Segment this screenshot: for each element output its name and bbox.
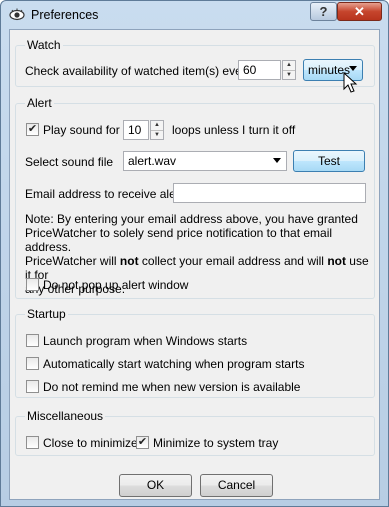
watch-group-label: Watch	[25, 38, 63, 52]
misc-group-label: Miscellaneous	[25, 409, 106, 423]
no-remind-checkbox[interactable]	[26, 380, 39, 393]
loops-label: loops unless I turn it off	[172, 123, 296, 137]
sound-file-value: alert.wav	[128, 154, 177, 168]
note-line: Note: By entering your email address abo…	[25, 212, 358, 226]
check-interval-label: Check availability of watched item(s) ev…	[25, 64, 252, 78]
window-title: Preferences	[31, 8, 99, 22]
launch-on-startup-checkbox[interactable]	[26, 334, 39, 347]
play-sound-checkbox[interactable]: ✔	[26, 123, 39, 136]
no-remind-label: Do not remind me when new version is ava…	[43, 380, 301, 394]
chevron-down-icon	[349, 66, 357, 71]
auto-watch-label: Automatically start watching when progra…	[43, 357, 305, 371]
preferences-window: Preferences ? ✕ Watch Check availability…	[0, 0, 389, 507]
chevron-down-icon	[273, 158, 281, 163]
mouse-cursor-icon	[343, 72, 358, 93]
eye-icon	[9, 8, 25, 21]
note-line: PriceWatcher to solely send price notifi…	[25, 226, 333, 254]
spin-up-icon[interactable]: ▲	[151, 121, 163, 130]
close-button[interactable]: ✕	[337, 2, 382, 21]
cancel-button[interactable]: Cancel	[200, 474, 273, 497]
alert-group-label: Alert	[25, 96, 54, 110]
spin-down-icon[interactable]: ▼	[151, 130, 163, 139]
title-bar[interactable]: Preferences ? ✕	[1, 1, 388, 29]
close-to-minimize-label: Close to minimize	[43, 436, 138, 450]
dialog-body: Watch Check availability of watched item…	[9, 29, 380, 500]
test-button[interactable]: Test	[293, 150, 365, 172]
interval-spinner[interactable]: ▲ ▼	[282, 60, 296, 80]
no-popup-checkbox[interactable]	[26, 278, 39, 291]
minimize-to-tray-checkbox[interactable]: ✔	[136, 436, 149, 449]
interval-input[interactable]: 60	[238, 60, 281, 80]
launch-on-startup-label: Launch program when Windows starts	[43, 334, 248, 348]
misc-group: Miscellaneous Close to minimize ✔ Minimi…	[15, 409, 375, 456]
alert-group: Alert ✔ Play sound for 10 ▲ ▼ loops unles…	[15, 96, 375, 299]
watch-group: Watch Check availability of watched item…	[15, 38, 375, 93]
ok-button[interactable]: OK	[119, 474, 192, 497]
auto-watch-checkbox[interactable]	[26, 357, 39, 370]
spin-down-icon[interactable]: ▼	[283, 70, 295, 79]
minimize-to-tray-label: Minimize to system tray	[153, 436, 279, 450]
no-popup-label: Do not pop up alert window	[43, 278, 189, 292]
help-button[interactable]: ?	[310, 2, 337, 21]
email-input[interactable]	[173, 183, 366, 203]
email-label: Email address to receive alert	[25, 187, 184, 201]
close-to-minimize-checkbox[interactable]	[26, 436, 39, 449]
sound-file-select[interactable]: alert.wav	[123, 151, 287, 171]
loops-spinner[interactable]: ▲ ▼	[150, 120, 164, 140]
loops-input[interactable]: 10	[123, 120, 149, 140]
startup-group: Startup Launch program when Windows star…	[15, 307, 375, 398]
sound-file-label: Select sound file	[25, 155, 114, 169]
startup-group-label: Startup	[25, 307, 68, 321]
spin-up-icon[interactable]: ▲	[283, 61, 295, 70]
play-sound-label: Play sound for	[43, 123, 120, 137]
